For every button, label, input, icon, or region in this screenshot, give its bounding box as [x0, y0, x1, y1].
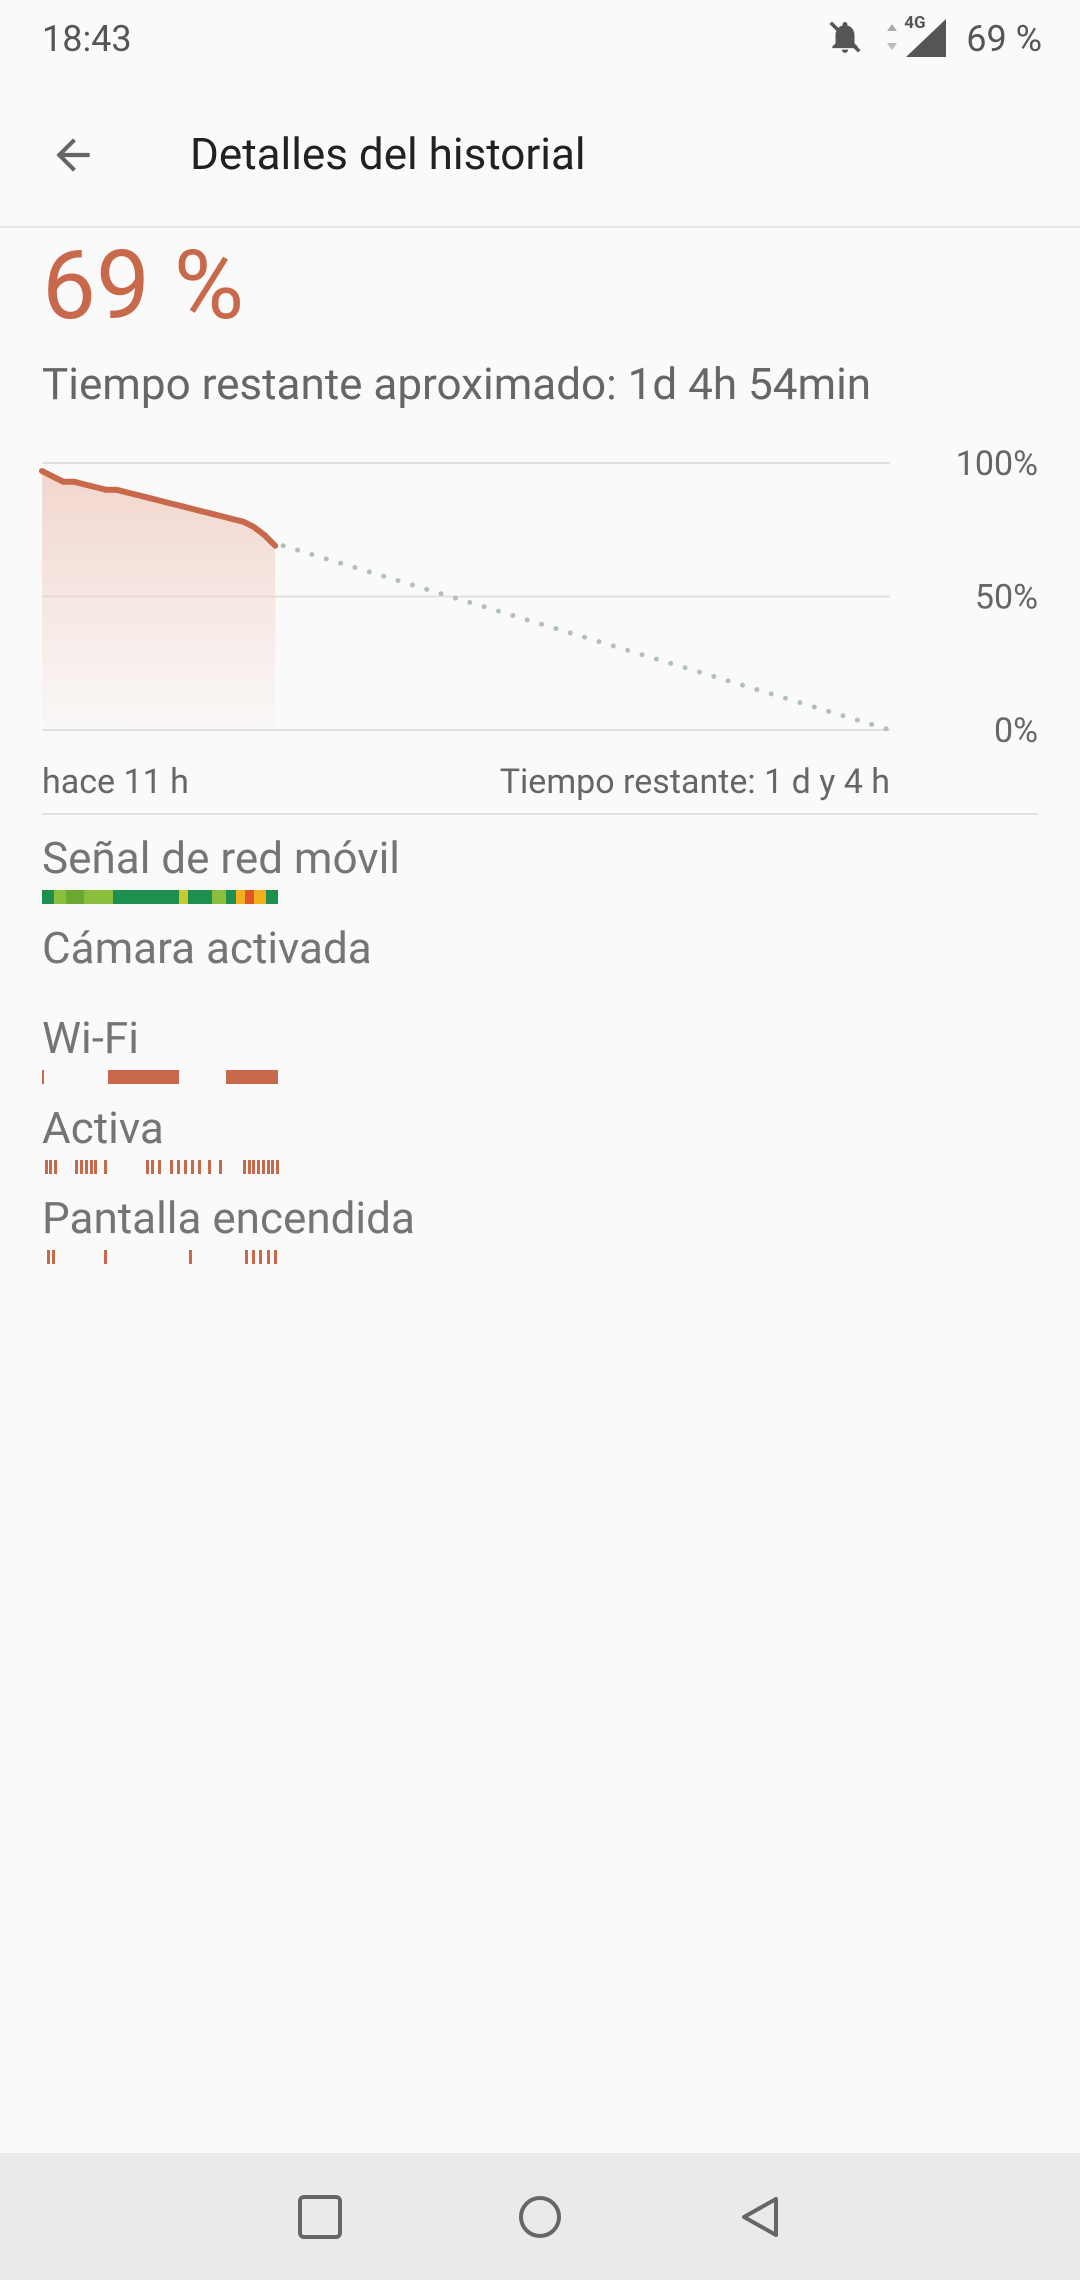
signal-segment [244, 890, 255, 904]
activity-tick [169, 1160, 173, 1174]
activity-row-label: Pantalla encendida [42, 1192, 415, 1244]
activity-tick [259, 1250, 263, 1264]
signal-segment [112, 890, 179, 904]
signal-segment [65, 890, 85, 904]
activity-tick [176, 1160, 180, 1174]
back-nav-button[interactable] [720, 2177, 800, 2257]
activity-tick [103, 1250, 107, 1264]
wifi-segment [108, 1070, 179, 1084]
chart-projection-line [280, 543, 893, 733]
activity-row-label: Activa [42, 1102, 164, 1154]
activity-tick [49, 1160, 53, 1174]
activity-tick [103, 1160, 107, 1174]
activity-row-label: Cámara activada [42, 922, 372, 974]
remaining-time: Tiempo restante aproximado: 1d 4h 54min [42, 358, 872, 410]
signal-segment [84, 890, 113, 904]
signal-segment [42, 890, 54, 904]
chart-history-area [42, 471, 276, 730]
chart-y-tick-label: 100% [956, 444, 1038, 484]
activity-tick [47, 1250, 51, 1264]
activity-tick [257, 1160, 261, 1174]
activity-tick [271, 1160, 275, 1174]
activity-tick [207, 1160, 211, 1174]
activity-tick [146, 1160, 150, 1174]
signal-segment [254, 890, 267, 904]
activity-tick [75, 1160, 79, 1174]
activity-tick [247, 1160, 251, 1174]
activity-tick [89, 1160, 93, 1174]
signal-segment [266, 890, 278, 904]
arrow-back-icon [56, 138, 90, 172]
activity-tick [252, 1250, 256, 1264]
activity-tick [51, 1250, 55, 1264]
status-bar: 18:43 4G 69 % [0, 0, 1080, 80]
signal-segment [235, 890, 245, 904]
signal-segment [188, 890, 212, 904]
back-button[interactable] [38, 120, 108, 190]
activity-tick [80, 1160, 84, 1174]
home-button[interactable] [500, 2177, 580, 2257]
divider [42, 813, 1038, 815]
activity-tick [245, 1250, 249, 1264]
network-type-label: 4G [904, 13, 926, 33]
notifications-off-icon [826, 18, 864, 60]
activity-tick [188, 1250, 192, 1264]
wifi-segment [42, 1070, 45, 1084]
activity-tick [252, 1160, 256, 1174]
activity-track [42, 1250, 278, 1264]
activity-tick [54, 1160, 58, 1174]
activity-tick [219, 1160, 223, 1174]
activity-tick [150, 1160, 154, 1174]
signal-segment [211, 890, 227, 904]
chart-x-label-start: hace 11 h [42, 762, 189, 802]
page-title: Detalles del historial [190, 128, 586, 180]
activity-tick [266, 1160, 270, 1174]
app-bar: Detalles del historial [0, 80, 1080, 228]
activity-tick [158, 1160, 161, 1174]
chart-y-tick-label: 50% [975, 578, 1038, 618]
activity-tick [191, 1160, 195, 1174]
recents-button[interactable] [280, 2177, 360, 2257]
activity-tick [266, 1250, 270, 1264]
activity-track [42, 1160, 279, 1174]
activity-tick [242, 1160, 246, 1174]
activity-tick [198, 1160, 202, 1174]
activity-tick [183, 1160, 187, 1174]
navigation-bar [0, 2153, 1080, 2280]
activity-tick [84, 1160, 88, 1174]
status-time: 18:43 [42, 18, 132, 60]
chart-y-tick-label: 0% [994, 711, 1038, 751]
status-battery: 69 % [966, 18, 1042, 60]
data-arrows-icon [886, 22, 898, 56]
battery-percent: 69 % [42, 230, 245, 342]
back-triangle-icon [742, 2197, 778, 2237]
cell-signal-icon: 4G [902, 13, 947, 61]
chart-x-label-end: Tiempo restante: 1 d y 4 h [499, 762, 890, 802]
activity-tick [261, 1160, 265, 1174]
signal-segment [226, 890, 236, 904]
home-circle-icon [519, 2196, 561, 2238]
signal-segment [178, 890, 189, 904]
activity-tick [276, 1160, 279, 1174]
activity-row-label: Wi-Fi [42, 1012, 139, 1064]
activity-row-label: Señal de red móvil [42, 832, 400, 884]
wifi-segment [226, 1070, 278, 1084]
status-icons: 4G 69 % [826, 13, 1042, 64]
activity-tick [94, 1160, 98, 1174]
recents-square-icon [298, 2195, 342, 2239]
activity-tick [273, 1250, 277, 1264]
activity-tick [44, 1160, 48, 1174]
signal-segment [53, 890, 66, 904]
activity-track [42, 890, 278, 904]
activity-track [42, 1070, 278, 1084]
